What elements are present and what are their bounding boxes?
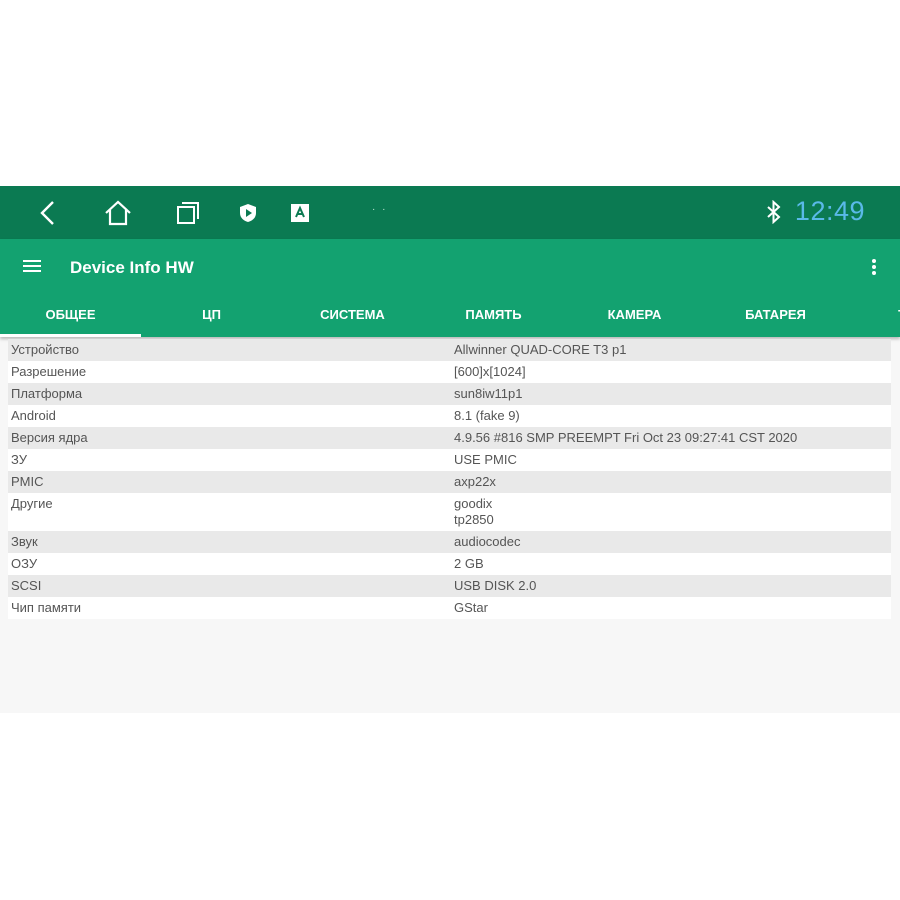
- back-button[interactable]: [26, 186, 70, 239]
- tab-memory[interactable]: ПАМЯТЬ: [423, 291, 564, 337]
- tab-camera[interactable]: КАМЕРА: [564, 291, 705, 337]
- clock: 12:49: [794, 196, 865, 226]
- row-value: Allwinner QUAD-CORE T3 p1: [454, 342, 627, 357]
- recents-icon: [177, 201, 199, 224]
- tab-bar: ОБЩЕЕЦПСИСТЕМАПАМЯТЬКАМЕРАБАТАРЕЯТЕМП: [0, 291, 900, 337]
- row-key: Версия ядра: [11, 430, 88, 445]
- recents-button[interactable]: [166, 186, 210, 239]
- app-title: Device Info HW: [70, 258, 194, 277]
- tab-cpu[interactable]: ЦП: [141, 291, 282, 337]
- row-key: Платформа: [11, 386, 83, 401]
- info-table: Устройство Allwinner QUAD-CORE T3 p1 Разре…: [8, 339, 891, 619]
- row-key: Чип памяти: [11, 600, 82, 615]
- table-row: PMIC axp22x: [8, 471, 891, 493]
- home-icon: [105, 200, 131, 225]
- table-row: Разрешение [600]x[1024]: [8, 361, 891, 383]
- row-key: Другие: [11, 496, 53, 511]
- shield-app-icon: [240, 203, 256, 222]
- row-key: Android: [11, 408, 56, 423]
- tab-battery[interactable]: БАТАРЕЯ: [705, 291, 846, 337]
- hamburger-icon: [23, 260, 41, 272]
- tab-general[interactable]: ОБЩЕЕ: [0, 291, 141, 337]
- table-row: Чип памяти GStar: [8, 597, 891, 619]
- more-vert-icon: [872, 259, 876, 275]
- tab-system[interactable]: СИСТЕМА: [282, 291, 423, 337]
- table-row: SCSI USB DISK 2.0: [8, 575, 891, 597]
- table-row: Другие goodix tp2850: [8, 493, 891, 531]
- bluetooth-icon: [766, 199, 782, 229]
- row-value: 4.9.56 #816 SMP PREEMPT Fri Oct 23 09:27…: [454, 430, 798, 445]
- overflow-menu-button[interactable]: [862, 253, 886, 281]
- app-bar: Device Info HW ОБЩЕЕ ЦП СИСТЕМА ПАМЯТЬ КАМЕР…: [0, 239, 900, 337]
- row-value: [600]x[1024]: [454, 364, 526, 379]
- table-row: ЗУ USE PMIC: [8, 449, 891, 471]
- row-key: ЗУ: [11, 452, 27, 467]
- table-row: Версия ядра 4.9.56 #816 SMP PREEMPT Fri O…: [8, 427, 891, 449]
- table-row: Устройство Allwinner QUAD-CORE T3 p1: [8, 339, 891, 361]
- row-value: axp22x: [454, 474, 496, 489]
- back-icon: [40, 200, 54, 225]
- row-value: sun8iw11p1: [454, 386, 523, 401]
- row-key: Устройство: [11, 342, 80, 357]
- device-screen: · · 12:49 Device Info HW ОБЩЕЕ ЦП СИСТЕМА П…: [0, 186, 900, 713]
- table-row: Звук audiocodec: [8, 531, 891, 553]
- row-key: Разрешение: [11, 364, 87, 379]
- row-key: SCSI: [11, 578, 42, 593]
- table-row: Платформа sun8iw11p1: [8, 383, 891, 405]
- table-row: Android 8.1 (fake 9): [8, 405, 891, 427]
- table-row: ОЗУ 2 GB: [8, 553, 891, 575]
- status-dots: · ·: [372, 204, 388, 215]
- row-value: 2 GB: [454, 556, 484, 571]
- row-key: PMIC: [11, 474, 44, 489]
- row-value: 8.1 (fake 9): [454, 408, 520, 423]
- system-navigation-bar: · · 12:49: [0, 186, 900, 239]
- shield-app-button[interactable]: [226, 186, 270, 239]
- keyboard-a-icon: [291, 203, 309, 222]
- menu-button[interactable]: [18, 252, 46, 280]
- tab-temperature[interactable]: ТЕМП: [846, 291, 900, 337]
- keyboard-app-button[interactable]: [278, 186, 322, 239]
- row-value: USB DISK 2.0: [454, 578, 537, 593]
- row-key: Звук: [11, 534, 38, 549]
- row-key: ОЗУ: [11, 556, 38, 571]
- row-value: goodix tp2850: [454, 496, 494, 527]
- row-value: USE PMIC: [454, 452, 517, 467]
- home-button[interactable]: [96, 186, 140, 239]
- row-value: GStar: [454, 600, 488, 615]
- row-value: audiocodec: [454, 534, 521, 549]
